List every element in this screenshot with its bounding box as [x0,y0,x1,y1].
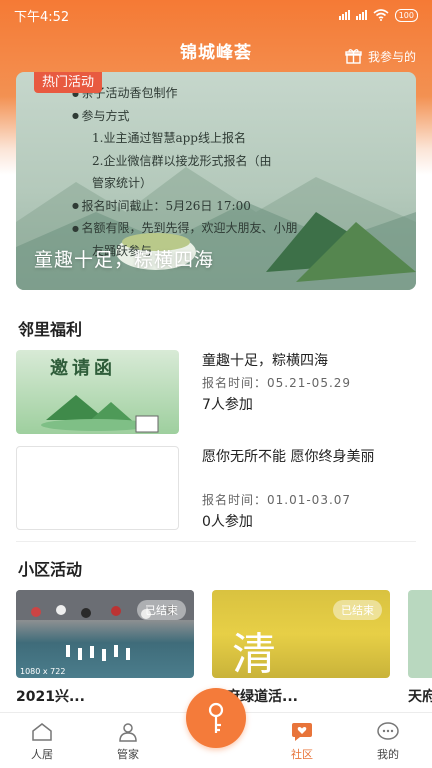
banner-note: 亲子活动香包制作 [72,82,412,105]
tab-label: 管家 [117,748,139,761]
welfare-thumbnail: 邀请函 [16,350,179,434]
heart-chat-icon [292,723,312,741]
activity-title: 2021兴... [16,689,85,705]
activity-title: 天府 [408,689,432,705]
wifi-icon [373,9,389,21]
welfare-item[interactable]: 愿你无所不能 愿你终身美丽 报名时间：01.01-03.07 0人参加 [16,446,416,534]
hot-activity-tag: 热门活动 [34,72,103,93]
banner-note: 管家统计） [92,176,153,190]
welfare-participant-count: 7人参加 [202,397,253,413]
signal-icon [355,10,367,20]
activity-card[interactable]: 已结束 1080 x 722 2021兴... [16,590,194,706]
banner-notes: 亲子活动香包制作 参与方式 1.业主通过智慧app线上报名 2.企业微信群以接龙… [72,82,412,262]
ended-badge: 已结束 [333,600,382,620]
tab-mine[interactable]: 我的 [356,721,420,762]
welfare-participant-count: 0人参加 [202,514,253,530]
battery-icon: 100 [394,8,418,22]
banner-note: 名额有限，先到先得，欢迎大朋友、小朋 [72,217,412,240]
zongzi-illustration [41,395,159,433]
chat-bubble-icon [377,722,399,740]
gift-icon [345,49,362,64]
welfare-title: 愿你无所不能 愿你终身美丽 [202,449,375,465]
welfare-thumbnail [16,446,179,530]
banner-note: 参与方式 [72,105,412,128]
activity-card[interactable]: 天府 [408,590,432,706]
banner-title: 童趣十足，粽横四海 [34,249,215,271]
activity-thumbnail: 已结束 1080 x 722 [16,590,194,678]
poster-glyph: 清 [232,629,276,678]
welfare-section-title: 邻里福利 [18,320,83,339]
tab-label: 社区 [291,748,313,761]
banner-note: 报名时间截止：5月26日 17:00 [72,195,412,218]
tab-community[interactable]: 社区 [270,721,334,762]
tab-butler[interactable]: 管家 [96,721,160,762]
activity-thumbnail [408,590,432,678]
my-participation-label: 我参与的 [367,50,416,64]
banner-note: 2.企业微信群以接龙形式报名（由 [92,153,272,168]
center-key-button[interactable] [186,688,246,748]
activity-card[interactable]: 清 已结束 天府绿道活... [212,590,390,706]
status-icons: 100 [338,8,418,22]
tab-label: 我的 [377,748,399,761]
image-size-caption: 1080 x 722 [20,667,66,676]
nav-bar: 锦城峰荟 我参与的 [0,32,432,68]
tab-home[interactable]: 人居 [10,721,74,762]
section-divider [16,541,416,542]
banner-note: 1.业主通过智慧app线上报名 [92,131,246,145]
my-participation-button[interactable]: 我参与的 [345,48,416,65]
status-bar: 下午4:52 100 [0,0,432,30]
activities-section-title: 小区活动 [18,560,83,579]
signal-icon [338,10,350,20]
butler-icon [119,723,137,742]
ended-badge: 已结束 [137,600,186,620]
hot-activity-banner[interactable]: 亲子活动香包制作 参与方式 1.业主通过智慧app线上报名 2.企业微信群以接龙… [16,72,416,290]
tab-label: 人居 [31,748,53,761]
welfare-signup-time: 报名时间：01.01-03.07 [202,493,352,507]
status-time: 下午4:52 [14,9,70,25]
key-icon [208,702,224,733]
welfare-item[interactable]: 邀请函 童趣十足，粽横四海 报名时间：05.21-05.29 7人参加 [16,350,416,438]
welfare-title: 童趣十足，粽横四海 [202,353,328,369]
house-icon [32,723,52,741]
activity-thumbnail: 清 已结束 [212,590,390,678]
welfare-signup-time: 报名时间：05.21-05.29 [202,376,352,390]
